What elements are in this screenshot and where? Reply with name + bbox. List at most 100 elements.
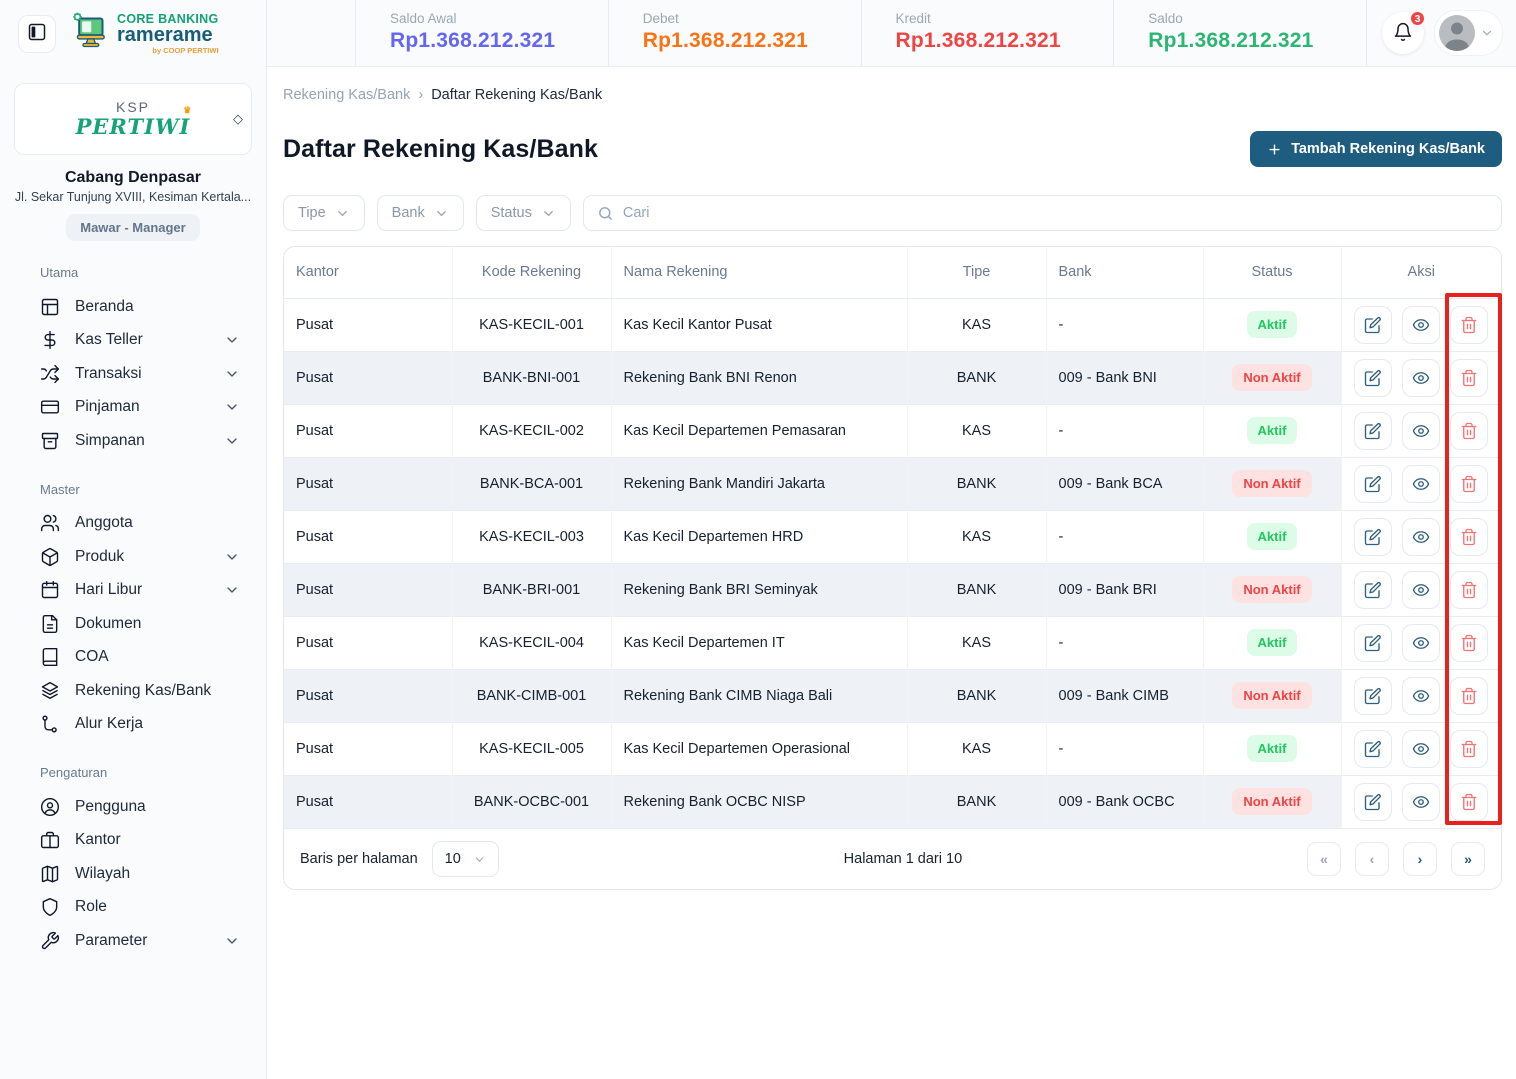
sidebar-item-parameter[interactable]: Parameter <box>0 924 266 958</box>
add-rekening-button[interactable]: Tambah Rekening Kas/Bank <box>1250 131 1502 167</box>
sidebar-item-hari-libur[interactable]: Hari Libur <box>0 574 266 608</box>
edit-button[interactable] <box>1354 624 1392 662</box>
sidebar-item-pinjaman[interactable]: Pinjaman <box>0 391 266 425</box>
sidebar-item-rekening-kas-bank[interactable]: Rekening Kas/Bank <box>0 674 266 708</box>
sidebar-item-wilayah[interactable]: Wilayah <box>0 857 266 891</box>
eye-icon <box>1412 581 1430 599</box>
column-header-bank[interactable]: Bank <box>1046 247 1203 298</box>
status-badge: Non Aktif <box>1232 364 1311 391</box>
cell-kantor: Pusat <box>284 722 452 775</box>
org-card: KSP PERTIWI♛ ◇ <box>14 83 252 155</box>
rows-per-page-select[interactable]: 10 <box>432 841 499 877</box>
trash-icon <box>1460 369 1478 387</box>
view-button[interactable] <box>1402 465 1440 503</box>
edit-button[interactable] <box>1354 677 1392 715</box>
sidebar-item-dokumen[interactable]: Dokumen <box>0 607 266 641</box>
delete-button[interactable] <box>1450 518 1488 556</box>
column-header-kode[interactable]: Kode Rekening <box>452 247 611 298</box>
table-row: Pusat KAS-KECIL-002 Kas Kecil Departemen… <box>284 404 1501 457</box>
cell-kantor: Pusat <box>284 669 452 722</box>
last-page-button[interactable]: » <box>1451 842 1485 876</box>
sidebar-item-beranda[interactable]: Beranda <box>0 290 266 324</box>
sidebar-item-anggota[interactable]: Anggota <box>0 507 266 541</box>
column-header-status[interactable]: Status <box>1203 247 1341 298</box>
sidebar-item-role[interactable]: Role <box>0 891 266 925</box>
cell-tipe: KAS <box>907 298 1046 351</box>
search-box <box>583 195 1502 231</box>
sidebar-item-alur-kerja[interactable]: Alur Kerja <box>0 708 266 742</box>
delete-button[interactable] <box>1450 783 1488 821</box>
delete-button[interactable] <box>1450 571 1488 609</box>
logo-byline: by COOP PERTIWI <box>117 46 219 55</box>
sidebar-toggle-button[interactable] <box>18 15 56 53</box>
cell-status: Aktif <box>1203 616 1341 669</box>
cell-aksi <box>1341 669 1501 722</box>
column-header-nama[interactable]: Nama Rekening <box>611 247 907 298</box>
user-menu[interactable] <box>1434 10 1503 56</box>
notification-button[interactable]: 3 <box>1382 12 1424 54</box>
sidebar-item-transaksi[interactable]: Transaksi <box>0 357 266 391</box>
edit-button[interactable] <box>1354 465 1392 503</box>
search-icon <box>597 205 614 222</box>
cell-status: Non Aktif <box>1203 351 1341 404</box>
cell-kantor: Pusat <box>284 616 452 669</box>
status-badge: Aktif <box>1247 311 1298 338</box>
edit-button[interactable] <box>1354 518 1392 556</box>
sidebar-item-kas-teller[interactable]: Kas Teller <box>0 324 266 358</box>
edit-button[interactable] <box>1354 412 1392 450</box>
delete-button[interactable] <box>1450 412 1488 450</box>
edit-button[interactable] <box>1354 359 1392 397</box>
credit-card-icon <box>40 397 60 417</box>
trash-icon <box>1460 687 1478 705</box>
delete-button[interactable] <box>1450 306 1488 344</box>
view-button[interactable] <box>1402 571 1440 609</box>
sidebar-item-produk[interactable]: Produk <box>0 540 266 574</box>
delete-button[interactable] <box>1450 677 1488 715</box>
cell-bank: - <box>1046 298 1203 351</box>
sidebar-item-pengguna[interactable]: Pengguna <box>0 790 266 824</box>
org-collapse-button[interactable]: ◇ <box>233 111 243 127</box>
view-button[interactable] <box>1402 306 1440 344</box>
chevron-down-icon <box>335 206 350 221</box>
breadcrumb-parent[interactable]: Rekening Kas/Bank <box>283 87 410 103</box>
column-header-kantor[interactable]: Kantor <box>284 247 452 298</box>
sidebar-item-kantor[interactable]: Kantor <box>0 824 266 858</box>
view-button[interactable] <box>1402 359 1440 397</box>
first-page-button[interactable]: « <box>1307 842 1341 876</box>
sidebar-item-label: Transaksi <box>75 365 142 383</box>
next-page-button[interactable]: › <box>1403 842 1437 876</box>
delete-button[interactable] <box>1450 465 1488 503</box>
stat-value: Rp1.368.212.321 <box>896 29 1114 53</box>
filter-bank[interactable]: Bank <box>377 195 464 231</box>
edit-button[interactable] <box>1354 730 1392 768</box>
edit-button[interactable] <box>1354 306 1392 344</box>
search-input[interactable] <box>623 205 1488 221</box>
sidebar-item-label: Kantor <box>75 831 121 849</box>
breadcrumb-current: Daftar Rekening Kas/Bank <box>431 87 602 103</box>
view-button[interactable] <box>1402 518 1440 556</box>
prev-page-button[interactable]: ‹ <box>1355 842 1389 876</box>
view-button[interactable] <box>1402 624 1440 662</box>
stat-label: Kredit <box>896 11 1114 26</box>
edit-icon <box>1364 634 1382 652</box>
trash-icon <box>1460 475 1478 493</box>
column-header-tipe[interactable]: Tipe <box>907 247 1046 298</box>
rekening-table-card: Kantor Kode Rekening Nama Rekening Tipe … <box>283 246 1502 890</box>
edit-button[interactable] <box>1354 571 1392 609</box>
sidebar-item-coa[interactable]: COA <box>0 641 266 675</box>
filter-status[interactable]: Status <box>476 195 571 231</box>
view-button[interactable] <box>1402 412 1440 450</box>
sidebar-item-label: Produk <box>75 548 124 566</box>
table-header-row: Kantor Kode Rekening Nama Rekening Tipe … <box>284 247 1501 298</box>
delete-button[interactable] <box>1450 730 1488 768</box>
edit-button[interactable] <box>1354 783 1392 821</box>
view-button[interactable] <box>1402 730 1440 768</box>
delete-button[interactable] <box>1450 359 1488 397</box>
view-button[interactable] <box>1402 783 1440 821</box>
filter-tipe[interactable]: Tipe <box>283 195 365 231</box>
sidebar-item-simpanan[interactable]: Simpanan <box>0 424 266 458</box>
map-icon <box>40 864 60 884</box>
view-button[interactable] <box>1402 677 1440 715</box>
cell-aksi <box>1341 404 1501 457</box>
delete-button[interactable] <box>1450 624 1488 662</box>
